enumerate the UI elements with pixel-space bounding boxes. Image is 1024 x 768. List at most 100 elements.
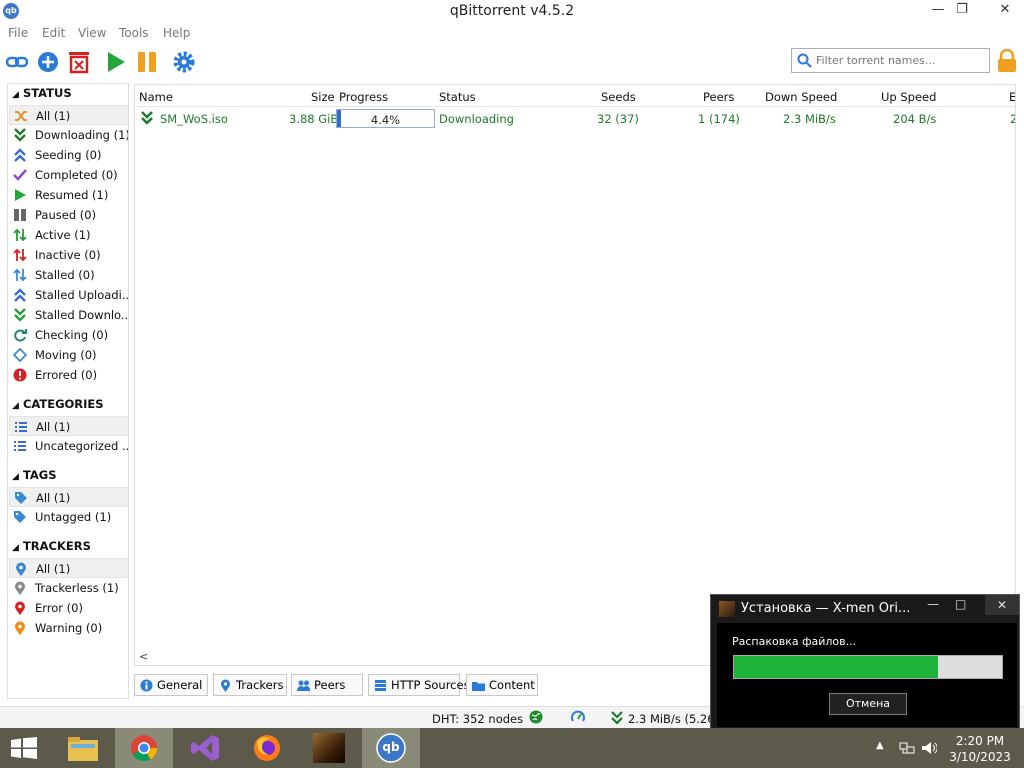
play-icon [15, 189, 26, 201]
sidebar-section-categories[interactable]: ◢ CATEGORIES [12, 397, 104, 411]
sidebar-item-status-7[interactable]: Inactive (0) [9, 245, 128, 265]
connection-status-icon[interactable] [529, 710, 543, 724]
taskbar-game[interactable] [300, 728, 358, 768]
menu-help[interactable]: Help [163, 26, 190, 40]
menu-view[interactable]: View [78, 26, 106, 40]
sidebar-item-status-3[interactable]: Completed (0) [9, 165, 128, 185]
filter-input[interactable]: Filter torrent names... [791, 48, 990, 73]
sidebar-item-status-0[interactable]: All (1) [9, 105, 128, 125]
sidebar-item-label: All (1) [36, 420, 71, 434]
tab-trackers-label: Trackers [236, 678, 284, 692]
installer-close-button[interactable]: ✕ [985, 595, 1019, 615]
taskbar-chrome[interactable] [115, 728, 173, 768]
tab-content[interactable]: Content [466, 674, 538, 696]
tray-expand-icon[interactable]: ▲ [876, 740, 884, 751]
col-size[interactable]: Size [311, 90, 335, 104]
sidebar-item-status-12[interactable]: Moving (0) [9, 345, 128, 365]
title-bar: qb qBittorrent v4.5.2 — ❐ ✕ [0, 0, 1024, 24]
sidebar-section-status[interactable]: ◢ STATUS [12, 86, 72, 100]
torrent-size: 3.88 GiB [289, 112, 339, 126]
sidebar-item-label: All (1) [36, 491, 71, 505]
collapse-arrow-icon[interactable]: ◢ [12, 543, 19, 553]
add-link-button[interactable] [5, 50, 29, 74]
sidebar-section-trackers[interactable]: ◢ TRACKERS [12, 539, 91, 553]
pause-icon [14, 209, 26, 221]
tab-content-label: Content [489, 678, 535, 692]
volume-icon[interactable] [921, 740, 937, 756]
table-row[interactable]: SM_WoS.iso 3.88 GiB 4.4% Downloading 32 … [135, 107, 1015, 129]
sidebar-item-status-13[interactable]: Errored (0) [9, 365, 128, 385]
system-clock[interactable]: 2:20 PM 3/10/2023 [940, 733, 1020, 765]
taskbar-qbittorrent[interactable]: qb [362, 728, 420, 768]
installer-title: Установка — X-men Ori... [741, 601, 911, 616]
col-eta[interactable]: E [1009, 90, 1015, 104]
collapse-arrow-icon[interactable]: ◢ [12, 401, 19, 411]
sidebar-item-status-11[interactable]: Checking (0) [9, 325, 128, 345]
sidebar-item-label: Inactive (0) [35, 248, 101, 262]
scroll-left-icon[interactable]: < [139, 650, 148, 663]
tab-peers[interactable]: Peers [291, 674, 363, 696]
visual-studio-icon [191, 735, 219, 761]
collapse-arrow-icon[interactable]: ◢ [12, 90, 19, 100]
sidebar-item-categories-1[interactable]: Uncategorized ... [9, 436, 128, 456]
installer-maximize-button[interactable]: □ [955, 597, 966, 611]
sidebar-section-tags[interactable]: ◢ TAGS [12, 468, 57, 482]
sidebar-item-label: Paused (0) [35, 208, 97, 222]
sidebar-item-categories-0[interactable]: All (1) [9, 416, 128, 436]
col-status[interactable]: Status [439, 90, 476, 104]
col-seeds[interactable]: Seeds [601, 90, 636, 104]
remove-torrent-button[interactable] [67, 50, 91, 74]
network-icon[interactable] [899, 741, 915, 755]
sidebar-item-status-1[interactable]: Downloading (1) [9, 125, 128, 145]
move-icon [13, 348, 27, 362]
folder-icon [472, 682, 485, 691]
sidebar-item-trackers-1[interactable]: Trackerless (1) [9, 578, 128, 598]
menu-tools[interactable]: Tools [119, 26, 149, 40]
menu-bar: File Edit View Tools Help [0, 24, 1024, 44]
resume-button[interactable] [104, 50, 128, 74]
start-button[interactable] [0, 728, 48, 768]
tab-http-sources[interactable]: HTTP Sources [368, 674, 470, 696]
tab-trackers[interactable]: Trackers [213, 674, 287, 696]
col-up-speed[interactable]: Up Speed [881, 90, 936, 104]
sidebar-item-status-6[interactable]: Active (1) [9, 225, 128, 245]
sidebar-item-tags-1[interactable]: Untagged (1) [9, 507, 128, 527]
menu-file[interactable]: File [8, 26, 28, 40]
col-name[interactable]: Name [139, 90, 173, 104]
torrent-peers: 1 (174) [698, 112, 740, 126]
sidebar-item-trackers-0[interactable]: All (1) [9, 558, 128, 578]
download-speed-icon [611, 711, 623, 725]
cancel-button[interactable]: Отмена [829, 693, 907, 715]
sidebar-item-status-5[interactable]: Paused (0) [9, 205, 128, 225]
sidebar-item-trackers-2[interactable]: Error (0) [9, 598, 128, 618]
sidebar-item-status-2[interactable]: Seeding (0) [9, 145, 128, 165]
collapse-arrow-icon[interactable]: ◢ [12, 472, 19, 482]
taskbar-file-explorer[interactable] [54, 728, 112, 768]
sidebar-item-label: Stalled Downlo... [35, 308, 129, 322]
lock-button[interactable] [995, 48, 1019, 74]
close-button[interactable]: ✕ [988, 0, 1022, 22]
tab-general[interactable]: General [134, 674, 208, 696]
taskbar-firefox[interactable] [238, 728, 296, 768]
restore-button[interactable]: ❐ [948, 0, 976, 22]
pause-button[interactable] [135, 50, 159, 74]
col-peers[interactable]: Peers [703, 90, 734, 104]
sidebar-item-status-9[interactable]: Stalled Uploadi... [9, 285, 128, 305]
sidebar-item-status-10[interactable]: Stalled Downlo... [9, 305, 129, 325]
section-heading: CATEGORIES [22, 397, 104, 411]
sidebar-item-status-8[interactable]: Stalled (0) [9, 265, 128, 285]
sidebar-item-tags-0[interactable]: All (1) [9, 487, 128, 507]
speed-limit-icon[interactable] [571, 710, 585, 724]
options-button[interactable] [172, 50, 196, 74]
sidebar-item-trackers-3[interactable]: Warning (0) [9, 618, 128, 638]
col-progress[interactable]: Progress [339, 90, 388, 104]
sidebar-item-status-4[interactable]: Resumed (1) [9, 185, 128, 205]
add-torrent-button[interactable] [36, 50, 60, 74]
dht-nodes: DHT: 352 nodes [432, 712, 524, 726]
torrent-up-speed: 204 B/s [893, 112, 937, 126]
location-pin-icon [221, 679, 230, 692]
menu-edit[interactable]: Edit [42, 26, 65, 40]
col-down-speed[interactable]: Down Speed [765, 90, 837, 104]
taskbar-visual-studio[interactable] [176, 728, 234, 768]
installer-minimize-button[interactable]: — [927, 597, 939, 611]
